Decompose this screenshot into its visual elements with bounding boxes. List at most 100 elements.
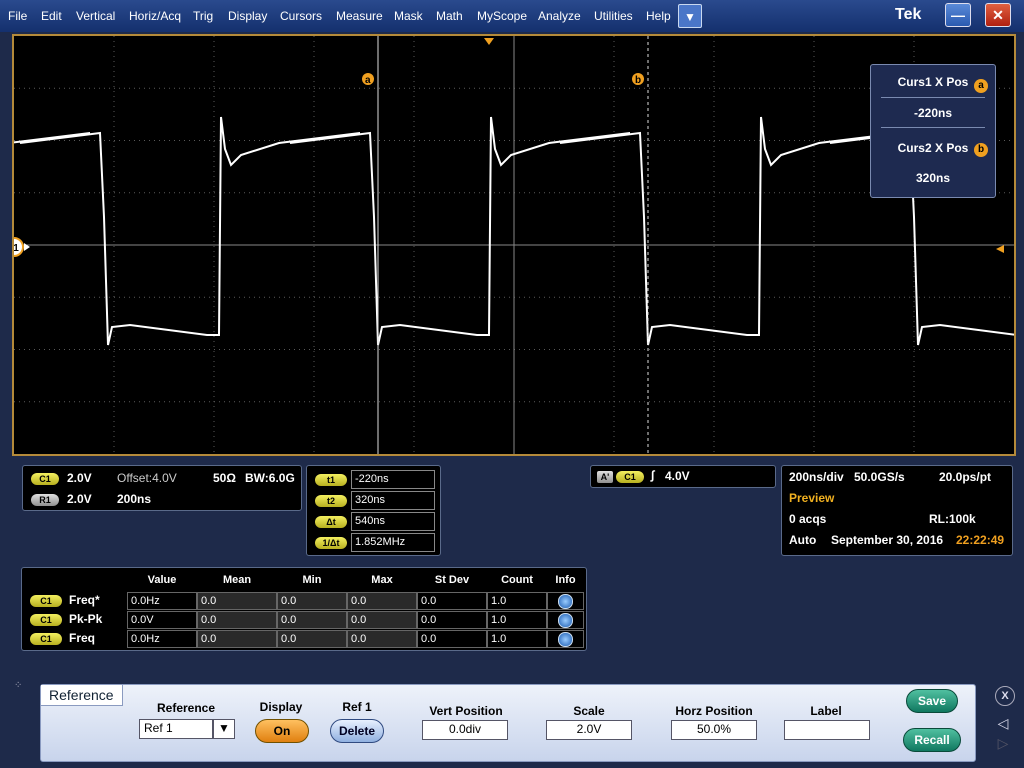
menu-analyze[interactable]: Analyze: [538, 9, 581, 23]
menu-file[interactable]: File: [8, 9, 27, 23]
info-icon[interactable]: [558, 632, 573, 647]
close-icon[interactable]: ✕: [985, 3, 1011, 27]
meas-cell: 0.0: [417, 611, 487, 629]
tek-logo: Tek: [895, 6, 922, 23]
meas-cell: 1.0: [487, 592, 547, 610]
menu-horiz-acq[interactable]: Horiz/Acq: [129, 9, 181, 23]
meas-source-badge[interactable]: C1: [30, 614, 62, 626]
cursor-row-value: 320ns: [351, 491, 435, 510]
reference-label: Reference: [156, 701, 216, 715]
acq-count: 0 acqs: [789, 512, 827, 526]
cursor-b-marker-label: b: [635, 75, 641, 86]
drag-handle-icon[interactable]: ⁘: [14, 680, 22, 691]
meas-name: Freq*: [69, 593, 100, 607]
menu-myscope[interactable]: MyScope: [477, 9, 527, 23]
cursor-row-badge[interactable]: 1/Δt: [315, 537, 347, 549]
arrow-right-icon[interactable]: ▷: [993, 733, 1013, 753]
c1-badge[interactable]: C1: [31, 473, 59, 485]
menu-utilities[interactable]: Utilities: [594, 9, 633, 23]
trigger-source-badge: C1: [616, 471, 644, 483]
rising-edge-icon: ∫: [651, 468, 655, 482]
display-label: Display: [259, 700, 303, 714]
info-cell[interactable]: [547, 630, 584, 648]
meas-cell: 0.0: [197, 630, 277, 648]
trigger-level: 4.0V: [665, 469, 690, 483]
curs2-value: 320ns: [915, 171, 951, 185]
waveform-display[interactable]: a b R1 Curs1 X Pos a -220ns Curs2 X Pos b …: [12, 34, 1016, 456]
meas-cell: 0.0: [417, 592, 487, 610]
vert-position-label: Vert Position: [429, 704, 503, 718]
meas-header: Count: [501, 574, 533, 586]
menu-help[interactable]: Help: [646, 9, 671, 23]
meas-cell: 0.0: [277, 611, 347, 629]
acquisition-panel[interactable]: 200ns/div 50.0GS/s 20.0ps/pt Preview 0 a…: [781, 465, 1013, 556]
menu-edit[interactable]: Edit: [41, 9, 62, 23]
cursor-row-value: 1.852MHz: [351, 533, 435, 552]
meas-cell: 0.0Hz: [127, 592, 197, 610]
label-label: Label: [810, 704, 842, 718]
cursor-table: t1 -220ns t2 320ns Δt 540ns 1/Δt 1.852MHz: [306, 465, 441, 556]
chevron-down-icon[interactable]: ▼: [213, 719, 235, 739]
recall-button[interactable]: Recall: [903, 728, 961, 752]
record-length: RL:100k: [929, 512, 976, 526]
curs1-value: -220ns: [913, 106, 953, 120]
meas-cell: 0.0: [277, 630, 347, 648]
menu-cursors[interactable]: Cursors: [280, 9, 322, 23]
channel-info-panel: C1 2.0V Offset:4.0V 50Ω BW:6.0G R1 2.0V …: [22, 465, 302, 511]
reference-arrow-icon: [24, 243, 30, 251]
menu-display[interactable]: Display: [228, 9, 267, 23]
trigger-mode: Auto: [789, 533, 817, 547]
menu-math[interactable]: Math: [436, 9, 463, 23]
label-input[interactable]: [784, 720, 870, 740]
menu-mask[interactable]: Mask: [394, 9, 423, 23]
c1-impedance: 50Ω: [213, 471, 236, 485]
info-cell[interactable]: [547, 611, 584, 629]
horz-position-input[interactable]: 50.0%: [671, 720, 757, 740]
meas-source-badge[interactable]: C1: [30, 595, 62, 607]
meas-name: Pk-Pk: [69, 612, 103, 626]
arrow-left-icon[interactable]: ◁: [993, 713, 1013, 733]
meas-cell: 0.0: [347, 630, 417, 648]
menu-trig[interactable]: Trig: [193, 9, 213, 23]
meas-cell: 0.0: [347, 611, 417, 629]
minimize-icon[interactable]: —: [945, 3, 971, 27]
info-icon[interactable]: [558, 613, 573, 628]
reference-select[interactable]: Ref 1: [139, 719, 213, 739]
cursor-row-value: 540ns: [351, 512, 435, 531]
sample-rate: 50.0GS/s: [854, 470, 905, 484]
trigger-panel[interactable]: A' C1 ∫ 4.0V: [590, 465, 776, 488]
c1-offset: Offset:4.0V: [117, 471, 177, 485]
cursor-row-badge[interactable]: Δt: [315, 516, 347, 528]
meas-name: Freq: [69, 631, 96, 645]
delete-button[interactable]: Delete: [330, 719, 384, 743]
meas-header: Mean: [222, 574, 252, 586]
trigger-mode-badge: A': [597, 471, 613, 483]
menu-vertical[interactable]: Vertical: [76, 9, 115, 23]
cursor-readout[interactable]: Curs1 X Pos a -220ns Curs2 X Pos b 320ns: [870, 64, 996, 198]
divider: [881, 97, 985, 98]
meas-source-badge[interactable]: C1: [30, 633, 62, 645]
display-on-button[interactable]: On: [255, 719, 309, 743]
r1-scale: 2.0V: [67, 492, 92, 506]
chevron-down-icon[interactable]: ▼: [678, 4, 702, 28]
scale-input[interactable]: 2.0V: [546, 720, 632, 740]
trigger-position-icon: [484, 38, 494, 45]
cursor-row-badge[interactable]: t2: [315, 495, 347, 507]
meas-cell: 0.0: [197, 592, 277, 610]
meas-header: Info: [555, 574, 576, 586]
meas-cell: 0.0: [277, 592, 347, 610]
c1-bandwidth: BW:6.0G: [245, 471, 295, 485]
menu-measure[interactable]: Measure: [336, 9, 383, 23]
meas-header: Value: [147, 574, 177, 586]
close-icon[interactable]: X: [995, 686, 1015, 706]
r1-badge[interactable]: R1: [31, 494, 59, 506]
info-cell[interactable]: [547, 592, 584, 610]
menu-bar: File Edit Vertical Horiz/Acq Trig Displa…: [0, 0, 1024, 32]
cursor-a-marker-label: a: [365, 75, 371, 86]
cursor-row-badge[interactable]: t1: [315, 474, 347, 486]
info-icon[interactable]: [558, 594, 573, 609]
reference-panel-title: Reference: [41, 685, 123, 706]
vert-position-input[interactable]: 0.0div: [422, 720, 508, 740]
reference-panel: Reference Reference Ref 1 ▼ Display On R…: [40, 684, 976, 762]
save-button[interactable]: Save: [906, 689, 958, 713]
